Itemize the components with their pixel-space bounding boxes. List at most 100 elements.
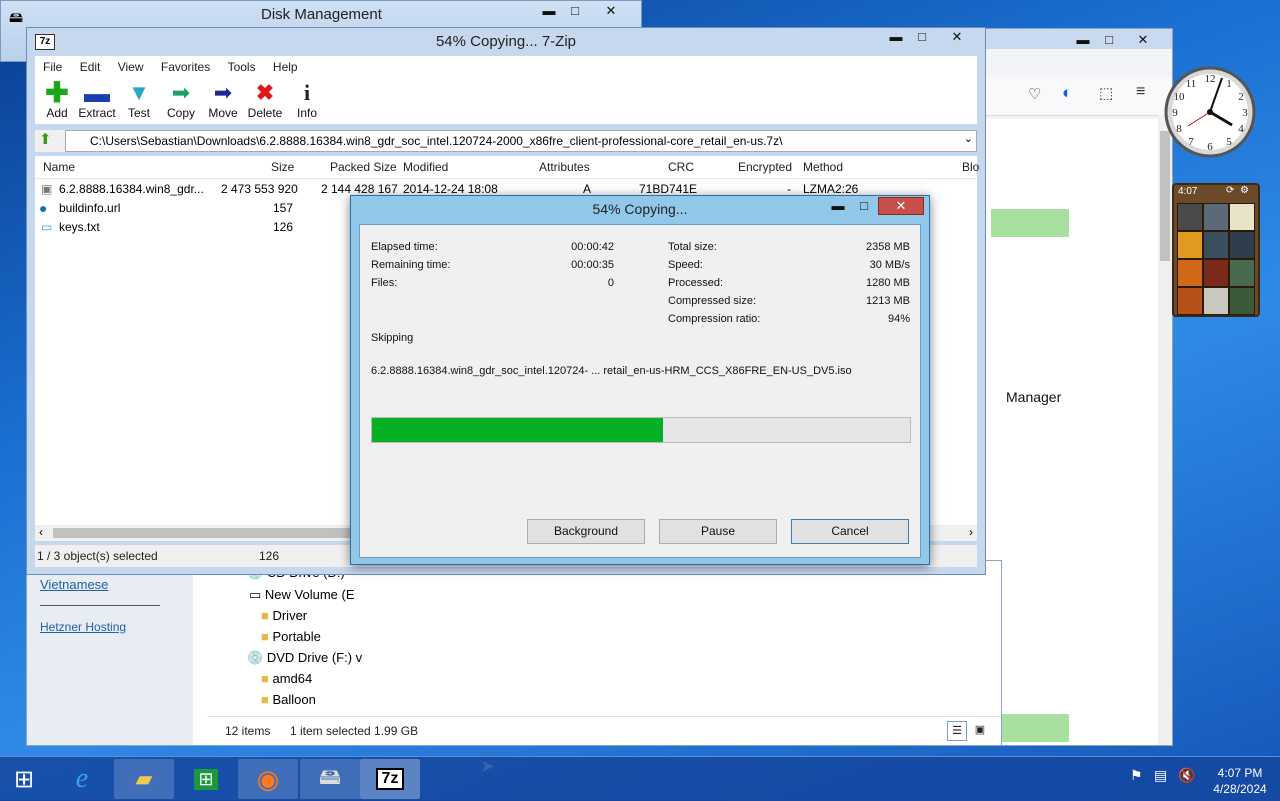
files-label: Files:	[371, 277, 398, 289]
col-packed-size[interactable]: Packed Size	[330, 156, 397, 178]
path-dropdown-icon[interactable]: ⌄	[964, 132, 973, 145]
flag-icon[interactable]: ⚑	[1130, 767, 1143, 784]
browser-close-button[interactable]: ✕	[1121, 31, 1165, 49]
explorer-item-count: 12 items	[225, 724, 271, 738]
tree-item-new-volume[interactable]: ▭ New Volume (E	[249, 585, 355, 605]
vietnamese-link[interactable]: Vietnamese	[40, 577, 108, 592]
folder-icon: ■	[261, 692, 273, 707]
compression-ratio-label: Compression ratio:	[668, 313, 761, 325]
copy-button[interactable]: ➡ Copy	[159, 80, 203, 120]
delete-icon: ✖	[255, 80, 275, 105]
dm-minimize-button[interactable]: ▬	[536, 2, 562, 20]
col-name[interactable]: Name	[43, 156, 75, 178]
dialog-maximize-button[interactable]: □	[851, 197, 877, 215]
menu-edit[interactable]: Edit	[80, 56, 101, 78]
svg-text:10: 10	[1174, 91, 1186, 103]
tree-item-balloon[interactable]: ■ Balloon	[261, 690, 316, 710]
move-button[interactable]: ➡ Move	[201, 80, 245, 120]
start-button[interactable]: ⊞	[0, 759, 48, 799]
tree-item-dvd-drive[interactable]: 💿 DVD Drive (F:) v	[247, 648, 362, 668]
explorer-selection-info: 1 item selected 1.99 GB	[290, 724, 419, 738]
taskbar-disk-management[interactable]: 🖴	[300, 759, 360, 799]
col-modified[interactable]: Modified	[403, 156, 448, 178]
taskbar-firefox[interactable]: ◉	[238, 759, 298, 799]
volume-muted-icon[interactable]: 🔇	[1178, 767, 1195, 784]
dm-close-button[interactable]: ✕	[589, 2, 633, 20]
7zip-maximize-button[interactable]: □	[909, 28, 935, 46]
contrast-icon[interactable]: ◐	[1062, 83, 1072, 103]
scroll-right-icon[interactable]: ›	[969, 525, 973, 539]
scroll-left-icon[interactable]: ‹	[39, 525, 43, 539]
puzzle-settings-icon[interactable]: ⚙	[1240, 185, 1249, 196]
delete-button[interactable]: ✖ Delete	[243, 80, 287, 120]
puzzle-refresh-icon[interactable]: ⟳	[1226, 185, 1234, 196]
large-icons-view-icon[interactable]: ▣	[971, 721, 989, 739]
menu-tools[interactable]: Tools	[228, 56, 256, 78]
taskbar-explorer[interactable]: ▰	[114, 759, 174, 799]
add-button[interactable]: ✚ Add	[35, 79, 79, 121]
menu-help[interactable]: Help	[273, 56, 298, 78]
taskbar: ⊞ e ▰ ⊞ ◉ 🖴 7z ⚑ ▤ 🔇 4:07 PM 4/28/2024	[0, 756, 1280, 801]
taskbar-ie[interactable]: e	[52, 759, 112, 799]
up-folder-icon[interactable]: ⬆	[39, 130, 52, 148]
processed-value: 1280 MB	[865, 277, 910, 289]
hetzner-hosting-link[interactable]: Hetzner Hosting	[40, 620, 126, 634]
folder-icon: ■	[261, 608, 273, 623]
copy-icon: ➡	[171, 80, 191, 105]
file-list-header: Name Size Packed Size Modified Attribute…	[35, 156, 979, 179]
col-encrypted[interactable]: Encrypted	[738, 156, 792, 178]
svg-text:4: 4	[1238, 123, 1244, 135]
dm-maximize-button[interactable]: □	[562, 2, 588, 20]
col-method[interactable]: Method	[803, 156, 843, 178]
menu-bar: File Edit View Favorites Tools Help	[35, 56, 977, 78]
extensions-icon[interactable]: ⬚	[1099, 84, 1113, 102]
tree-item-portable[interactable]: ■ Portable	[261, 627, 321, 647]
browser-scrollbar[interactable]	[1158, 115, 1172, 745]
explorer-left-panel: Vietnamese Hetzner Hosting	[27, 561, 193, 745]
background-button[interactable]: Background	[527, 519, 645, 544]
col-attributes[interactable]: Attributes	[539, 156, 590, 178]
svg-text:12: 12	[1205, 73, 1216, 85]
disk-management-icon: 🖴	[9, 9, 24, 25]
cancel-button[interactable]: Cancel	[791, 519, 909, 544]
menu-icon[interactable]: ≡	[1136, 83, 1145, 101]
details-view-icon[interactable]: ☰	[947, 721, 967, 741]
total-size-value: 2358 MB	[865, 241, 910, 253]
test-button[interactable]: ▼ Test	[117, 80, 161, 120]
tree-item-amd64[interactable]: ■ amd64	[261, 669, 312, 689]
col-size[interactable]: Size	[271, 156, 294, 178]
path-input[interactable]: C:\Users\Sebastian\Downloads\6.2.8888.16…	[65, 130, 977, 152]
progress-bar	[371, 417, 911, 443]
extract-button[interactable]: ▬ Extract	[75, 80, 119, 120]
speed-label: Speed:	[668, 259, 703, 271]
browser-minimize-button[interactable]: ▬	[1070, 31, 1096, 49]
7zip-minimize-button[interactable]: ▬	[883, 28, 909, 46]
menu-view[interactable]: View	[118, 56, 144, 78]
clock-gadget: 12 1 2 3 45 6 78 9 10 11	[1162, 50, 1258, 170]
pocket-icon[interactable]: ♡	[1028, 85, 1041, 103]
col-crc[interactable]: CRC	[668, 156, 694, 178]
info-icon: i	[303, 80, 311, 105]
dialog-minimize-button[interactable]: ▬	[825, 197, 851, 215]
menu-file[interactable]: File	[43, 56, 62, 78]
taskbar-7zip[interactable]: 7z	[360, 759, 420, 799]
svg-text:8: 8	[1176, 123, 1182, 135]
move-icon: ➡	[213, 80, 233, 105]
clock-icon: 12 12 3 45 6 78 9 1011	[1164, 66, 1256, 158]
info-button[interactable]: i Info	[285, 80, 329, 120]
puzzle-gadget[interactable]: 4:07 ⟳ ⚙	[1172, 183, 1260, 317]
network-icon[interactable]: ▤	[1154, 767, 1167, 784]
disk-management-title: Disk Management	[261, 6, 382, 23]
clock[interactable]: 4:07 PM 4/28/2024	[1205, 765, 1275, 797]
tree-item-driver[interactable]: ■ Driver	[261, 606, 307, 626]
tray-time: 4:07 PM	[1217, 766, 1263, 780]
menu-favorites[interactable]: Favorites	[161, 56, 210, 78]
7zip-close-button[interactable]: ✕	[935, 28, 979, 46]
dialog-close-button[interactable]: ✕	[878, 197, 924, 215]
pause-button[interactable]: Pause	[659, 519, 777, 544]
explorer-window: Vietnamese Hetzner Hosting 💿 CD Drive (D…	[26, 560, 1002, 746]
taskbar-store[interactable]: ⊞	[176, 759, 236, 799]
extract-icon: ▬	[84, 78, 110, 108]
browser-maximize-button[interactable]: □	[1096, 31, 1122, 49]
col-block[interactable]: Blo	[962, 156, 979, 178]
